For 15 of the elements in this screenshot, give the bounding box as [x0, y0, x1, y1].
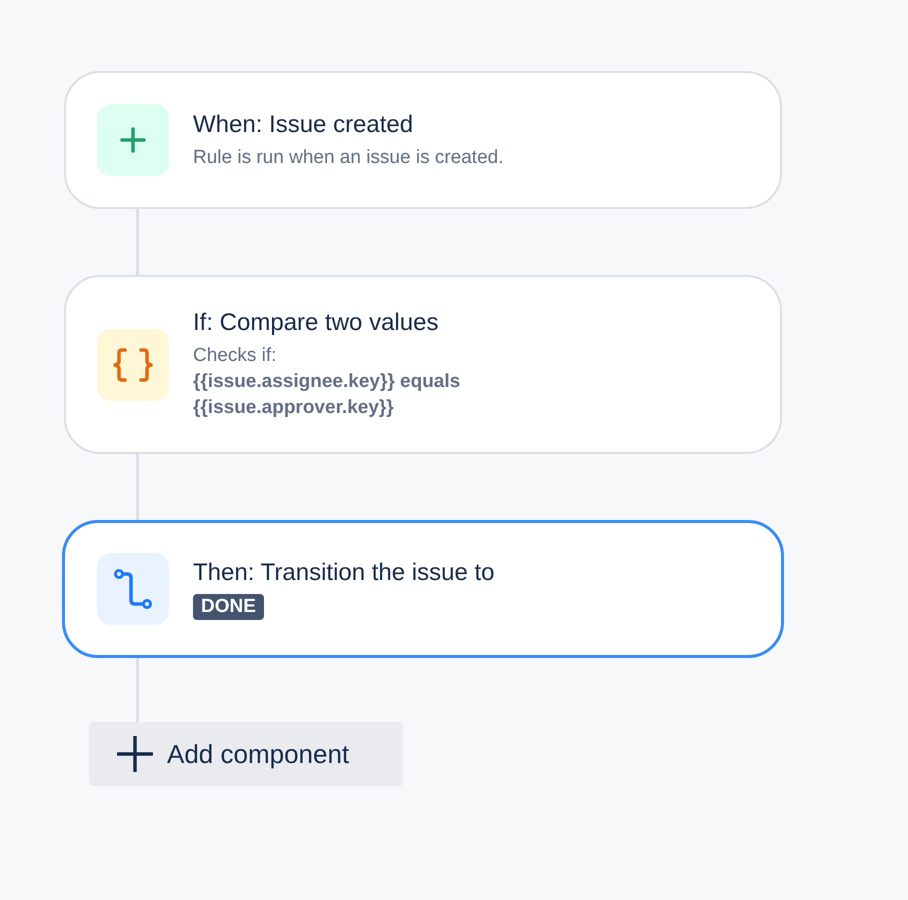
- rule-card[interactable]: Then: Transition the issue to DONE: [62, 520, 784, 658]
- rule-card[interactable]: If: Compare two values Checks if: {{issue.assignee.key}} equals {{issue.approver.key}}: [64, 275, 782, 454]
- rule-card[interactable]: When: Issue created Rule is run when an issue is created.: [64, 71, 782, 209]
- add-component-button[interactable]: Add component: [89, 722, 403, 786]
- component-title: Then: Transition the issue to: [193, 558, 494, 588]
- transition-icon: [114, 569, 152, 609]
- plus-icon: [120, 127, 146, 153]
- component-description: Rule is run when an issue is created.: [193, 146, 504, 170]
- condition-expression: {{issue.assignee.key}} equals {{issue.approver.key}}: [193, 370, 462, 420]
- braces-icon: [113, 348, 153, 382]
- status-lozenge: DONE: [193, 594, 264, 620]
- component-description: Checks if:: [193, 344, 276, 368]
- component-title: When: Issue created: [193, 110, 414, 140]
- plus-icon: [117, 736, 153, 772]
- component-title: If: Compare two values: [193, 308, 438, 338]
